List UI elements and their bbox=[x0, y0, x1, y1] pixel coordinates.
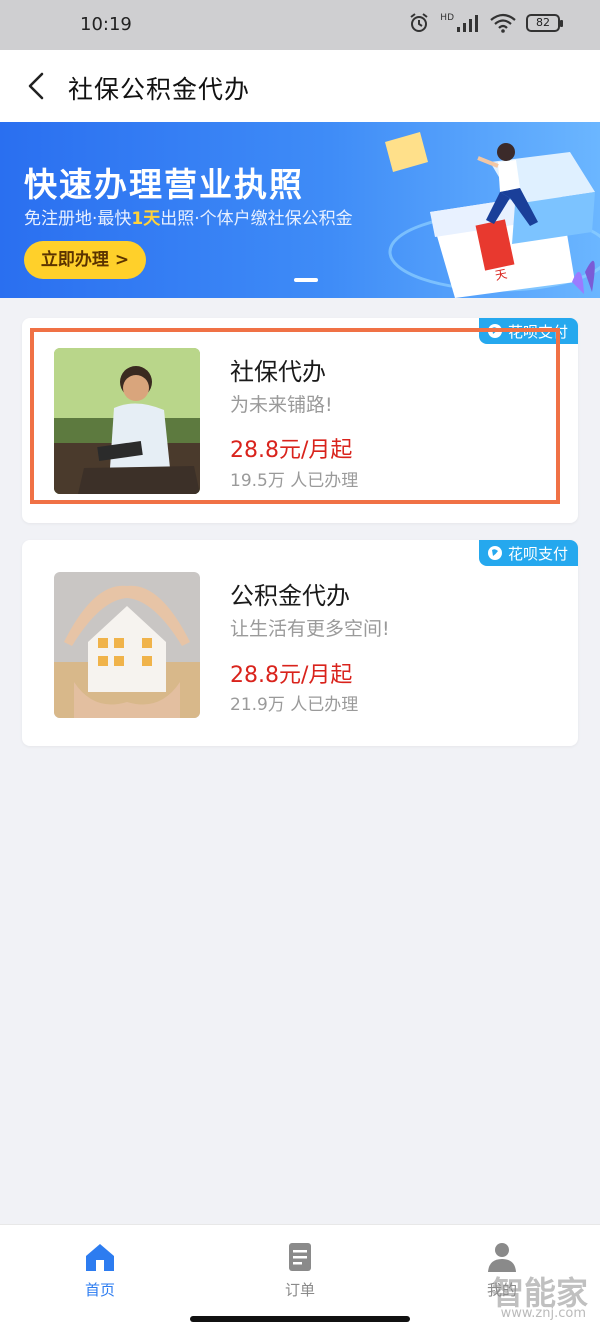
document-icon bbox=[289, 1243, 311, 1271]
service-title: 公积金代办 bbox=[230, 582, 350, 610]
service-card-housing-fund[interactable]: 花呗支付 公积金代办 让生活有更多空间! 28.8元/月起 21.9万 人已办理 bbox=[22, 540, 578, 746]
nav-home-label: 首页 bbox=[84, 1281, 115, 1299]
service-count: 19.5万 人已办理 bbox=[230, 471, 359, 491]
badge-label: 花呗支付 bbox=[507, 544, 568, 563]
banner-subtitle-highlight: 1天 bbox=[131, 209, 161, 229]
status-time: 10:19 bbox=[80, 14, 132, 35]
alarm-icon bbox=[410, 13, 428, 32]
promo-banner[interactable]: 快速办理营业执照 免注册地·最快1天出照·个体户缴社保公积金 立即办理 > 天 bbox=[0, 122, 600, 298]
payment-badge: 花呗支付 bbox=[478, 540, 578, 566]
service-price: 28.8元/月起 bbox=[230, 663, 353, 688]
huabei-icon bbox=[487, 324, 502, 338]
service-subtitle: 让生活有更多空间! bbox=[230, 618, 390, 640]
housing-fund-thumbnail bbox=[54, 572, 200, 718]
status-icons: HD 82 bbox=[408, 12, 563, 34]
service-card-social-security[interactable]: 花呗支付 社保代办 为未来铺路! 28.8元/月起 19.5万 人已办理 bbox=[22, 318, 578, 523]
badge-label: 花呗支付 bbox=[507, 322, 568, 341]
back-arrow-icon[interactable] bbox=[22, 70, 52, 102]
service-count: 21.9万 人已办理 bbox=[230, 695, 359, 715]
app-header: 社保公积金代办 bbox=[0, 50, 600, 122]
service-title: 社保代办 bbox=[230, 358, 326, 386]
social-security-thumbnail bbox=[54, 348, 200, 494]
status-bar: 10:19 HD 82 bbox=[0, 0, 600, 50]
nav-orders[interactable]: 订单 bbox=[260, 1241, 340, 1300]
home-indicator[interactable] bbox=[190, 1316, 410, 1322]
service-price: 28.8元/月起 bbox=[230, 438, 353, 463]
network-label: HD bbox=[440, 13, 454, 23]
nav-orders-label: 订单 bbox=[284, 1281, 315, 1299]
payment-badge: 花呗支付 bbox=[478, 318, 578, 344]
nav-home[interactable]: 首页 bbox=[60, 1241, 140, 1300]
watermark-url: www.znj.com bbox=[500, 1306, 586, 1321]
banner-illustration: 天 bbox=[385, 132, 600, 298]
banner-subtitle-pre: 免注册地·最快 bbox=[24, 209, 132, 229]
page-title: 社保公积金代办 bbox=[68, 75, 251, 104]
home-icon bbox=[86, 1244, 114, 1271]
carousel-indicator bbox=[294, 278, 318, 282]
apply-now-button[interactable]: 立即办理 > bbox=[24, 241, 146, 279]
wifi-icon bbox=[490, 13, 516, 33]
banner-subtitle: 免注册地·最快1天出照·个体户缴社保公积金 bbox=[24, 204, 353, 229]
service-subtitle: 为未来铺路! bbox=[230, 394, 333, 416]
banner-subtitle-post: 出照·个体户缴社保公积金 bbox=[160, 209, 353, 229]
banner-title: 快速办理营业执照 bbox=[24, 165, 304, 204]
signal-icon bbox=[457, 15, 478, 32]
huabei-icon bbox=[487, 546, 502, 560]
battery-icon: 82 bbox=[526, 14, 563, 32]
